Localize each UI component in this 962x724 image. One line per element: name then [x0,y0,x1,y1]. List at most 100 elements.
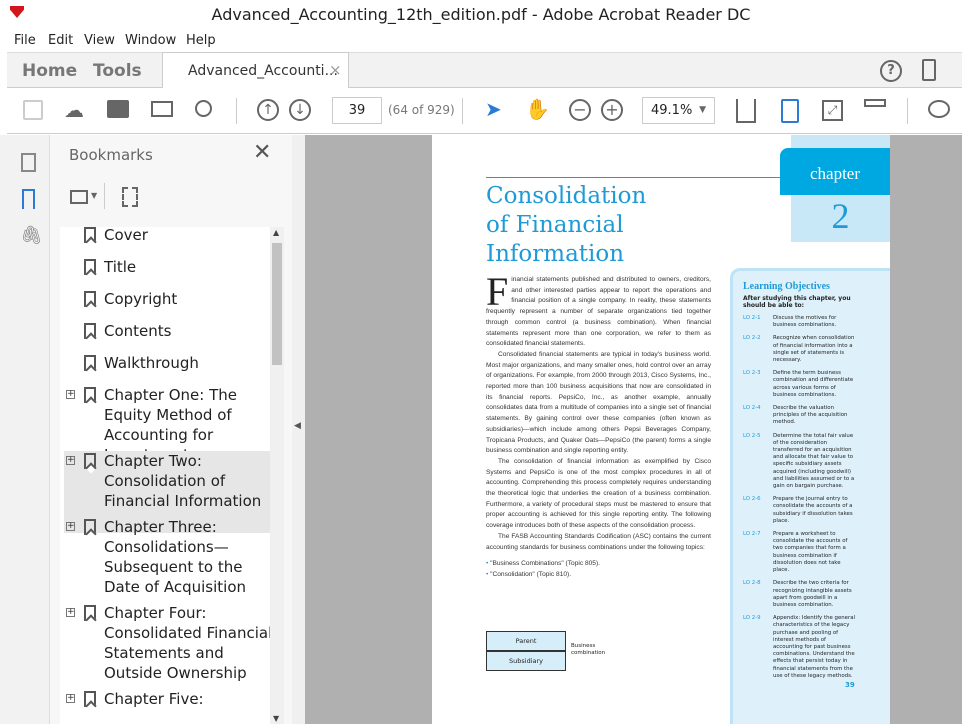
new-bookmark-icon[interactable] [122,187,138,207]
lo-code: LO 2-2 [743,335,761,342]
zoom-dropdown[interactable]: 49.1% ▼ [642,97,715,124]
lo-code: LO 2-3 [743,370,761,377]
bookmark-icon [84,519,96,535]
lo-list: LO 2-1 Discuss the motives for business c… [743,315,890,680]
expand-icon[interactable]: + [66,390,75,399]
lo-code: LO 2-5 [743,432,761,439]
bookmark-label: Chapter Four: Consolidated Financial Sta… [104,604,273,682]
topic-item: "Business Combinations" (Topic 805). [486,559,711,570]
attachments-icon[interactable]: 🖇 [20,225,43,246]
bookmark-label: Cover [104,227,148,244]
lo-text: Describe the valuation principles of the… [773,405,848,426]
zoom-value: 49.1% [651,103,693,118]
paragraph: Financial statements published and distr… [486,272,711,350]
cloud-upload-icon[interactable]: ☁ [64,100,84,120]
topic-list: "Business Combinations" (Topic 805). "Co… [486,559,711,580]
window-title: Advanced_Accounting_12th_edition.pdf - A… [211,5,751,24]
bookmark-item[interactable]: Copyright [64,289,272,311]
bookmark-icon [84,453,96,469]
diagram-label: Business combination [571,643,606,656]
fit-width-icon[interactable] [736,99,756,123]
page-thumbnails-icon[interactable] [21,153,36,172]
bookmark-label: Copyright [104,290,178,308]
help-icon[interactable]: ? [880,60,902,82]
page-number-input[interactable]: 39 [332,97,382,124]
select-tool-icon[interactable]: ➤ [485,99,502,119]
bookmark-options-icon[interactable] [70,190,88,204]
bookmark-item[interactable]: + Chapter Three: Consolidations—Subsequen… [64,517,272,599]
bookmark-icon [84,605,96,621]
lo-item: LO 2-8 Describe the two criteria for reco… [743,580,890,609]
lo-item: LO 2-5 Determine the total fair value of … [743,433,890,491]
collapse-panel-handle[interactable]: ◀ [292,135,305,724]
hand-tool-icon[interactable]: ✋ [525,99,550,119]
expand-icon[interactable]: + [66,694,75,703]
menu-edit[interactable]: Edit [48,33,73,48]
comment-icon[interactable] [928,100,950,118]
lo-item: LO 2-2 Recognize when consolidation of fi… [743,335,890,364]
tab-home[interactable]: Home [22,61,77,81]
bookmark-item[interactable]: + Chapter Five: [64,689,272,711]
title-rule [486,177,782,178]
topic-item: "Consolidation" (Topic 810). [486,570,711,581]
scroll-up-icon[interactable]: ▲ [273,228,279,237]
menu-view[interactable]: View [84,33,115,48]
tab-bar: Home Tools Advanced_Accounti... × ? [7,52,962,89]
search-icon[interactable] [195,100,212,117]
bookmark-item[interactable]: Contents [64,321,272,343]
tab-close-icon[interactable]: × [329,61,342,79]
previous-page-icon[interactable]: ↑ [257,99,279,121]
subsidiary-box: Subsidiary [486,651,566,671]
menu-bar: File Edit View Window Help [0,30,962,52]
chevron-down-icon[interactable]: ▼ [91,191,97,200]
lo-code: LO 2-4 [743,405,761,412]
title-bar: Advanced_Accounting_12th_edition.pdf - A… [0,0,962,30]
title-line: Information [486,241,625,267]
email-icon[interactable] [151,101,173,117]
page-number: 39 [845,681,855,689]
learning-objectives: Learning Objectives After studying this … [730,268,890,724]
menu-file[interactable]: File [14,33,36,48]
lo-intro: After studying this chapter, you should … [743,295,851,309]
bookmark-scrollbar[interactable]: ▲ ▼ [270,227,284,724]
menu-window[interactable]: Window [125,33,176,48]
expand-icon[interactable]: + [66,608,75,617]
print-icon[interactable] [107,100,129,118]
scroll-down-icon[interactable]: ▼ [273,714,279,723]
collapse-arrow-icon[interactable]: ◀ [294,421,301,431]
panel-title: Bookmarks [69,146,153,164]
bookmark-item[interactable]: Cover [64,227,272,247]
menu-help[interactable]: Help [186,33,216,48]
document-view[interactable]: chapter 2 Consolidation of Financial Inf… [305,135,962,724]
bookmark-item[interactable]: Title [64,257,272,279]
zoom-out-icon[interactable]: − [569,99,591,121]
scroll-mode-icon[interactable] [864,99,886,107]
lo-code: LO 2-9 [743,615,761,622]
tab-document-label: Advanced_Accounti... [188,63,338,79]
lo-text: Prepare a worksheet to consolidate the a… [773,531,848,574]
paragraph-text: inancial statements published and distri… [486,276,711,348]
lo-item: LO 2-9 Appendix: Identify the general cha… [743,615,890,680]
next-page-icon[interactable]: ↓ [289,99,311,121]
bookmark-item[interactable]: + Chapter Four: Consolidated Financial St… [64,603,272,685]
lo-code: LO 2-6 [743,496,761,503]
chapter-title: Consolidation of Financial Information [486,182,646,269]
bookmarks-icon[interactable] [22,189,35,209]
toolbar: ☁ ↑ ↓ 39 (64 of 929) ➤ ✋ − + 49.1% ▼ ⤢ [7,88,962,134]
bookmark-item[interactable]: Walkthrough [64,353,272,375]
full-screen-icon[interactable]: ⤢ [822,100,843,121]
lo-code: LO 2-7 [743,531,761,538]
scrollbar-thumb[interactable] [272,243,282,365]
fit-page-icon[interactable] [781,99,799,123]
close-panel-icon[interactable]: ✕ [253,140,271,165]
save-icon[interactable] [23,100,43,120]
expand-icon[interactable]: + [66,456,75,465]
zoom-in-icon[interactable]: + [601,99,623,121]
tab-document[interactable]: Advanced_Accounti... × [162,52,349,89]
chapter-label: chapter [780,148,890,195]
expand-icon[interactable]: + [66,522,75,531]
bookmark-icon [84,227,96,243]
bookmark-icon [84,691,96,707]
tab-tools[interactable]: Tools [93,61,142,81]
mobile-link-icon[interactable] [922,59,936,81]
